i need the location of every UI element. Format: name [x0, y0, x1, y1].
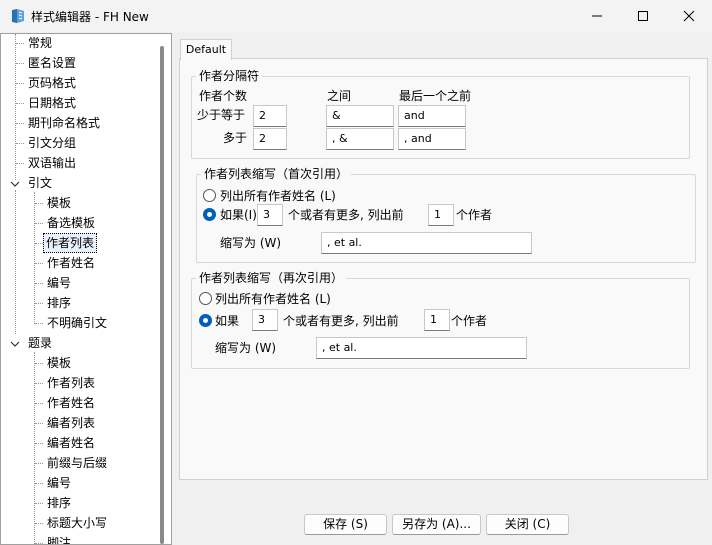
minimize-button[interactable] [574, 0, 620, 32]
tree-item-journal-names[interactable]: 期刊命名格式 [26, 113, 102, 133]
tree-item-citations-numbering[interactable]: 编号 [45, 273, 73, 293]
tree-item-citations[interactable]: 引文 [26, 173, 54, 193]
tree-item-citations-template[interactable]: 模板 [45, 193, 73, 213]
first-cite-more-text: 个或者有更多, 列出前 [288, 208, 404, 222]
subsequent-cite-if-label[interactable]: 如果 [215, 314, 239, 328]
maximize-icon [638, 11, 648, 21]
row1-last-input[interactable]: and [398, 105, 466, 127]
separators-group-title: 作者分隔符 [196, 69, 263, 83]
chevron-down-icon[interactable] [10, 339, 20, 349]
first-cite-group-title: 作者列表缩写（首次引用） [201, 167, 352, 181]
first-cite-if-label[interactable]: 如果(I) [220, 208, 257, 222]
first-cite-if-radio[interactable] [203, 208, 216, 221]
subsequent-cite-list-all-label[interactable]: 列出所有作者姓名 (L) [215, 292, 331, 306]
tree-item-bib-author-list[interactable]: 作者列表 [45, 373, 97, 393]
tree-item-date-format[interactable]: 日期格式 [26, 93, 78, 113]
tree-item-bibliography[interactable]: 题录 [26, 333, 54, 353]
row1-between-input[interactable]: & [326, 105, 394, 127]
app-icon [12, 9, 24, 23]
first-cite-if-count-input[interactable]: 3 [257, 204, 283, 226]
before-last-header: 最后一个之前 [399, 89, 472, 103]
row1-label: 少于等于 [197, 108, 246, 122]
maximize-button[interactable] [620, 0, 666, 32]
first-cite-authors-text: 个作者 [456, 208, 493, 222]
tab-default[interactable]: Default [180, 39, 232, 60]
tree-item-citation-groups[interactable]: 引文分组 [26, 133, 78, 153]
tree-item-page-format[interactable]: 页码格式 [26, 73, 78, 93]
tree-scrollbar[interactable] [154, 34, 171, 544]
tree-guide-line [34, 192, 35, 324]
tree-item-bib-editor-list[interactable]: 编者列表 [45, 413, 97, 433]
subsequent-cite-list-all-radio[interactable] [199, 292, 212, 305]
save-button[interactable]: 保存 (S) [304, 514, 387, 535]
tree-item-bib-title-case[interactable]: 标题大小写 [45, 513, 109, 533]
subsequent-cite-authors-text: 个作者 [451, 314, 488, 328]
tree-guide-line [15, 34, 16, 180]
row2-last-input[interactable]: , and [398, 128, 466, 150]
settings-tree[interactable]: 常规 匿名设置 页码格式 日期格式 期刊命名格式 引文分组 双语输出 引文 模板… [0, 33, 172, 545]
tree-item-bib-editor-name[interactable]: 编者姓名 [45, 433, 97, 453]
subsequent-cite-if-count-input[interactable]: 3 [252, 309, 278, 331]
window-title: 样式编辑器 - FH New [31, 10, 149, 24]
tree-guide-line [15, 190, 16, 334]
subsequent-cite-abbr-label: 缩写为 (W) [215, 341, 277, 355]
tree-item-bib-footnotes[interactable]: 脚注 [45, 533, 73, 544]
subsequent-cite-if-radio[interactable] [199, 314, 212, 327]
tree-item-bib-prefix-suffix[interactable]: 前缀与后缀 [45, 453, 109, 473]
first-cite-abbr-label: 缩写为 (W) [220, 236, 282, 250]
row2-label: 多于 [223, 131, 248, 145]
tree-item-general[interactable]: 常规 [26, 34, 54, 53]
tree-item-citations-author-name[interactable]: 作者姓名 [45, 253, 97, 273]
tree-item-citations-sort[interactable]: 排序 [45, 293, 73, 313]
tree-item-bib-sort[interactable]: 排序 [45, 493, 73, 513]
subsequent-cite-more-text: 个或者有更多, 列出前 [283, 314, 399, 328]
tree-item-bib-author-name[interactable]: 作者姓名 [45, 393, 97, 413]
row2-between-input[interactable]: , & [326, 128, 394, 150]
close-window-button[interactable] [666, 0, 712, 32]
close-icon [683, 10, 695, 22]
tree-item-ambiguous-citations[interactable]: 不明确引文 [45, 313, 109, 333]
tree-item-anonymity[interactable]: 匿名设置 [26, 53, 78, 73]
first-cite-list-all-radio[interactable] [203, 189, 216, 202]
author-count-header: 作者个数 [199, 89, 248, 103]
tree-guide-line [34, 352, 35, 544]
close-button[interactable]: 关闭 (C) [486, 514, 569, 535]
tree-item-bilingual[interactable]: 双语输出 [26, 153, 78, 173]
first-cite-abbr-input[interactable]: , et al. [321, 232, 532, 254]
first-cite-list-all-label[interactable]: 列出所有作者姓名 (L) [220, 189, 336, 203]
subsequent-cite-list-count-input[interactable]: 1 [424, 309, 450, 331]
row1-count-input[interactable]: 2 [253, 105, 287, 127]
tree-item-bib-template[interactable]: 模板 [45, 353, 73, 373]
save-as-button[interactable]: 另存为 (A)... [392, 514, 481, 535]
tree-item-bib-numbering[interactable]: 编号 [45, 473, 73, 493]
first-cite-list-count-input[interactable]: 1 [428, 204, 454, 226]
between-header: 之间 [327, 89, 352, 103]
tree-item-citations-alt-template[interactable]: 备选模板 [45, 213, 97, 233]
title-bar: 样式编辑器 - FH New [0, 0, 712, 32]
subsequent-cite-group-title: 作者列表缩写（再次引用） [196, 271, 347, 285]
chevron-down-icon[interactable] [10, 179, 20, 189]
minimize-icon [592, 15, 602, 17]
scrollbar-thumb[interactable] [160, 46, 164, 544]
tree-item-citations-author-list[interactable]: 作者列表 [43, 233, 98, 253]
subsequent-cite-abbr-input[interactable]: , et al. [316, 337, 527, 359]
row2-count-input[interactable]: 2 [253, 128, 287, 150]
